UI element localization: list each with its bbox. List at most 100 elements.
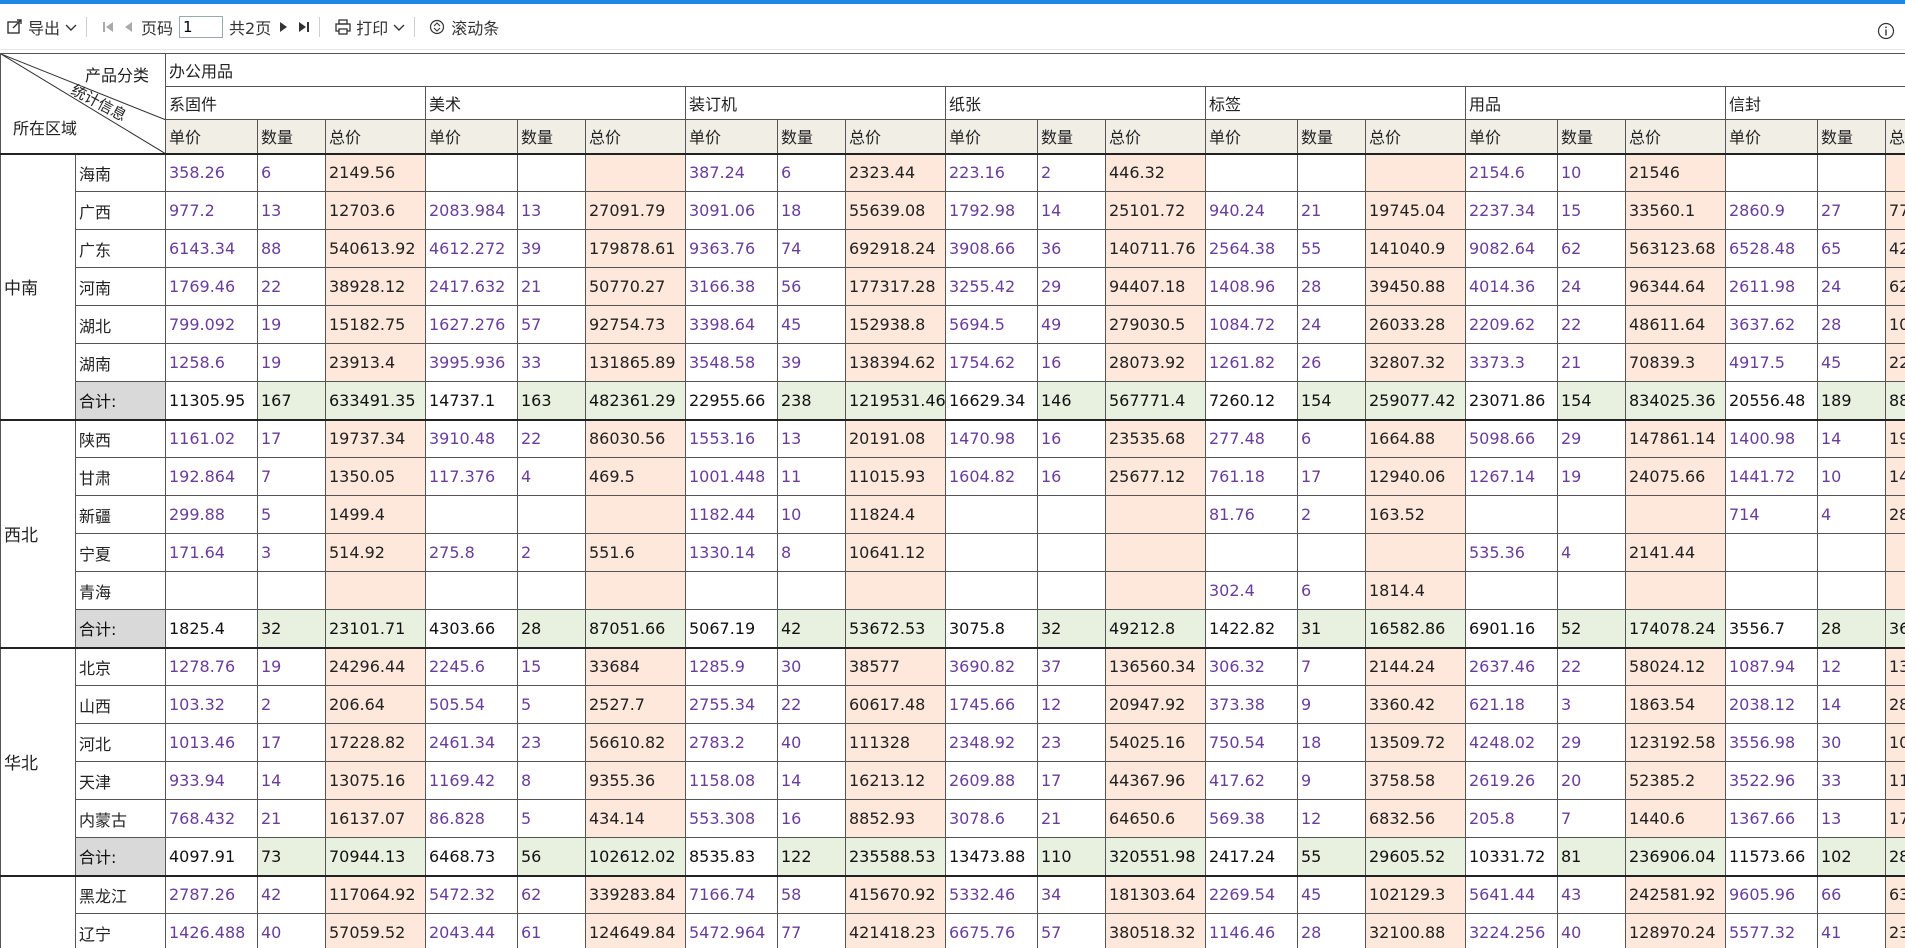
total-price-cell: 12940.06 [1365, 457, 1466, 496]
total-price-cell: 16213.12 [845, 761, 946, 800]
quantity-cell: 30 [1817, 723, 1886, 762]
total-price-cell: 38928.12 [325, 267, 426, 306]
quantity-cell: 66 [1817, 874, 1886, 914]
unit-price-cell: 1604.82 [945, 457, 1038, 496]
unit-price-cell: 2637.46 [1465, 646, 1558, 686]
quantity-cell: 39 [777, 343, 846, 382]
province-cell: 青海 [75, 571, 166, 610]
total-price-cell [1365, 533, 1466, 572]
quantity-cell: 21 [517, 267, 586, 306]
unit-price-cell: 299.88 [165, 495, 258, 534]
quantity-cell [1817, 571, 1886, 610]
quantity-cell: 24 [1297, 305, 1366, 344]
print-label: 打印 [356, 18, 389, 38]
corner-header-cell: 产品分类 统计信息 所在区域 [0, 53, 166, 154]
total-price-cell: 13075.16 [325, 761, 426, 800]
total-price-cell: 131865.89 [585, 343, 686, 382]
unit-price-cell [1205, 152, 1298, 192]
header-row-metrics: 单价 数量 总价 单价 数量 总价 单价 数量 总价 单价 数量 总价 单价 数量 总价 单价 数量 总价 单价 数量… [1, 119, 1905, 154]
total-price-cell: 2141.44 [1625, 533, 1726, 572]
quantity-cell: 23 [517, 723, 586, 762]
total-price-cell: 87051.66 [585, 609, 686, 648]
province-cell: 陕西 [75, 418, 166, 458]
last-page-button[interactable] [297, 20, 311, 34]
quantity-cell: 62 [1557, 229, 1626, 268]
unit-price-cell: 2611.98 [1725, 267, 1818, 306]
quantity-cell [777, 571, 846, 610]
unit-price-cell: 4612.272 [425, 229, 518, 268]
quantity-cell: 23 [1037, 723, 1106, 762]
prev-page-button[interactable] [121, 20, 135, 34]
quantity-cell: 238 [777, 381, 846, 420]
unit-price-cell: 940.24 [1205, 191, 1298, 230]
total-price-cell: 3758.58 [1365, 761, 1466, 800]
metric-header: 单价 [165, 119, 258, 154]
quantity-cell: 4 [1557, 533, 1626, 572]
quantity-cell: 146 [1037, 381, 1106, 420]
total-price-cell: 28 [1884, 837, 1905, 876]
province-cell: 北京 [75, 646, 166, 686]
quantity-cell: 5 [517, 799, 586, 838]
unit-price-cell: 4303.66 [425, 609, 518, 648]
quantity-cell: 2 [1037, 152, 1106, 192]
page-number-input[interactable] [179, 15, 224, 38]
unit-price-cell: 3522.96 [1725, 761, 1818, 800]
first-page-button[interactable] [101, 20, 115, 34]
unit-price-cell: 750.54 [1205, 723, 1298, 762]
total-price-cell: 174078.24 [1625, 609, 1726, 648]
printer-icon [335, 18, 351, 35]
quantity-cell: 189 [1817, 381, 1886, 420]
table-row: 青海 302.4 6 1814.4 [1, 571, 1905, 610]
corner-label-region: 所在区域 [13, 118, 78, 138]
quantity-cell: 5 [257, 495, 326, 534]
quantity-cell: 12 [1037, 685, 1106, 724]
province-cell: 河北 [75, 723, 166, 762]
metric-header: 数量 [257, 119, 326, 154]
total-price-cell: 1219531.46 [845, 381, 946, 420]
metric-header: 总价 [325, 119, 426, 154]
total-price-cell: 29605.52 [1365, 837, 1466, 876]
scrollbar-toggle-button[interactable]: 滚动条 [429, 15, 499, 39]
total-price-cell: 380518.32 [1105, 913, 1206, 948]
table-row: 广东 6143.34 88 540613.92 4612.272 39 179878.61 9… [1, 229, 1905, 268]
quantity-cell: 42 [257, 874, 326, 914]
unit-price-cell [1465, 495, 1558, 534]
total-price-cell: 152938.8 [845, 305, 946, 344]
total-price-cell: 339283.84 [585, 874, 686, 914]
quantity-cell [1817, 152, 1886, 192]
quantity-cell: 22 [1557, 646, 1626, 686]
unit-price-cell: 1408.96 [1205, 267, 1298, 306]
province-cell: 河南 [75, 267, 166, 306]
unit-price-cell: 3373.3 [1465, 343, 1558, 382]
unit-price-cell: 1261.82 [1205, 343, 1298, 382]
unit-price-cell: 171.64 [165, 533, 258, 572]
print-button[interactable]: 打印 [334, 15, 406, 39]
export-button[interactable]: 导出 [6, 15, 78, 39]
total-price-cell: 94407.18 [1105, 267, 1206, 306]
report-table-container[interactable]: 产品分类 统计信息 所在区域 办公用品 系固件 美术 装订机 纸张 标签 用品 信封 单价 数量 总价 单价… [0, 53, 1905, 948]
unit-price-cell [165, 571, 258, 610]
quantity-cell: 33 [1817, 761, 1886, 800]
quantity-cell: 8 [777, 533, 846, 572]
quantity-cell: 39 [517, 229, 586, 268]
report-table: 产品分类 统计信息 所在区域 办公用品 系固件 美术 装订机 纸张 标签 用品 信封 单价 数量 总价 单价… [0, 53, 1905, 948]
total-price-cell: 11824.4 [845, 495, 946, 534]
total-price-cell: 124649.84 [585, 913, 686, 948]
quantity-cell: 22 [257, 267, 326, 306]
quantity-cell: 20 [1557, 761, 1626, 800]
unit-price-cell: 4014.36 [1465, 267, 1558, 306]
quantity-cell: 19 [257, 343, 326, 382]
unit-price-cell: 2609.88 [945, 761, 1038, 800]
total-price-cell: 16137.07 [325, 799, 426, 838]
total-price-cell: 32807.32 [1365, 343, 1466, 382]
total-price-cell: 49212.8 [1105, 609, 1206, 648]
quantity-cell: 2 [1297, 495, 1366, 534]
unit-price-cell: 1285.9 [685, 646, 778, 686]
unit-price-cell: 553.308 [685, 799, 778, 838]
info-button[interactable] [1877, 22, 1895, 44]
metric-header: 数量 [517, 119, 586, 154]
quantity-cell: 37 [1037, 646, 1106, 686]
total-price-cell: 62 [1884, 267, 1905, 306]
next-page-button[interactable] [277, 20, 291, 34]
next-page-icon [280, 21, 288, 32]
